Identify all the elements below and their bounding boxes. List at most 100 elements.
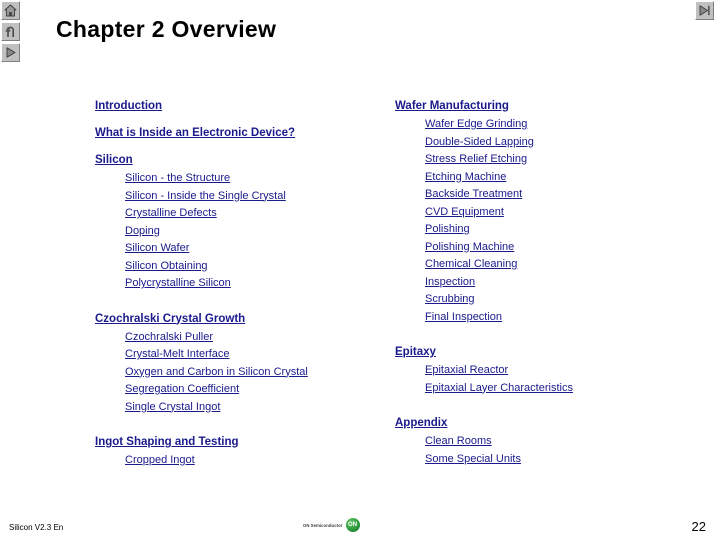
logo-mark-icon: ON [345, 518, 360, 532]
toc-item-silicon-the-structure[interactable]: Silicon - the Structure [95, 170, 230, 188]
return-button[interactable] [1, 22, 20, 41]
toc-item-indent [395, 362, 425, 380]
toc-heading-czochralski-crystal-growth[interactable]: Czochralski Crystal Growth [95, 313, 245, 326]
toc-item-indent [395, 239, 425, 257]
toc-section-spacer [95, 146, 375, 154]
skip-to-end-button[interactable] [695, 1, 714, 20]
play-button[interactable] [1, 43, 20, 62]
toc-item-crystalline-defects[interactable]: Crystalline Defects [95, 205, 217, 223]
toc-item-silicon-inside-the-single-crystal[interactable]: Silicon - Inside the Single Crystal [95, 188, 286, 206]
toc-item-label: CVD Equipment [425, 205, 504, 218]
toc-item-polishing-machine[interactable]: Polishing Machine [395, 239, 514, 257]
toc-item-indent [395, 291, 425, 309]
toc-item-chemical-cleaning[interactable]: Chemical Cleaning [395, 256, 517, 274]
toc-item-indent [395, 134, 425, 152]
toc-heading-silicon[interactable]: Silicon [95, 154, 133, 167]
toc-section-spacer [395, 326, 695, 346]
toc-item-label: Silicon Obtaining [125, 259, 208, 272]
toc-item-label: Double-Sided Lapping [425, 135, 534, 148]
toc-item-indent [395, 186, 425, 204]
toc-item-indent [95, 170, 125, 188]
company-logo: ON Semiconductor ON [303, 518, 360, 532]
toc-item-label: Doping [125, 224, 160, 237]
logo-wordmark: ON Semiconductor [303, 522, 343, 528]
home-button[interactable] [1, 1, 20, 20]
toc-item-indent [395, 380, 425, 398]
toc-item-cropped-ingot[interactable]: Cropped Ingot [95, 452, 195, 470]
toc-right-column: Wafer Manufacturing Wafer Edge Grinding … [395, 100, 695, 468]
toc-heading-introduction[interactable]: Introduction [95, 100, 162, 113]
toc-item-some-special-units[interactable]: Some Special Units [395, 451, 521, 469]
toc-item-polycrystalline-silicon[interactable]: Polycrystalline Silicon [95, 275, 231, 293]
toc-item-indent [95, 240, 125, 258]
toc-section: Appendix Clean Rooms Some Special Units [395, 417, 695, 468]
toc-item-cvd-equipment[interactable]: CVD Equipment [395, 204, 504, 222]
page-title: Chapter 2 Overview [56, 16, 277, 42]
toc-section: Introduction [95, 100, 375, 113]
u-turn-arrow-icon [4, 25, 17, 38]
toc-item-label: Epitaxial Reactor [425, 364, 509, 376]
toc-item-indent [95, 258, 125, 276]
toc-item-label: Segregation Coefficient [125, 383, 240, 395]
toc-item-stress-relief-etching[interactable]: Stress Relief Etching [395, 151, 527, 169]
toc-item-oxygen-and-carbon-in-silicon-crystal[interactable]: Oxygen and Carbon in Silicon Crystal [95, 364, 308, 382]
toc-item-epitaxial-layer-characteristics[interactable]: Epitaxial Layer Characteristics [395, 380, 573, 398]
toc-item-clean-rooms[interactable]: Clean Rooms [395, 433, 492, 451]
toc-section: Silicon Silicon - the Structure Silicon … [95, 154, 375, 293]
toc-item-label: Some Special Units [425, 452, 521, 465]
toc-heading-appendix[interactable]: Appendix [395, 417, 447, 430]
toc-item-indent [395, 451, 425, 469]
toc-item-indent [395, 169, 425, 187]
toc-item-indent [95, 275, 125, 293]
toc-item-single-crystal-ingot[interactable]: Single Crystal Ingot [95, 399, 220, 417]
toc-item-silicon-wafer[interactable]: Silicon Wafer [95, 240, 189, 258]
toc-item-label: Inspection [425, 275, 476, 288]
toc-section-spacer [395, 397, 695, 417]
toc-section-spacer [95, 416, 375, 436]
toc-item-label: Polycrystalline Silicon [125, 277, 231, 289]
toc-heading-wafer-manufacturing[interactable]: Wafer Manufacturing [395, 100, 509, 113]
toc-item-etching-machine[interactable]: Etching Machine [395, 169, 506, 187]
toc-section: Czochralski Crystal Growth Czochralski P… [95, 313, 375, 417]
toc-item-label: Cropped Ingot [125, 454, 195, 466]
toc-item-label: Silicon - Inside the Single Crystal [125, 189, 286, 202]
toc-item-czochralski-puller[interactable]: Czochralski Puller [95, 329, 213, 347]
toc-item-label: Crystalline Defects [125, 207, 217, 219]
toc-item-crystal-melt-interface[interactable]: Crystal-Melt Interface [95, 346, 230, 364]
toc-item-final-inspection[interactable]: Final Inspection [395, 309, 502, 327]
toc-item-indent [395, 116, 425, 134]
toc-item-indent [395, 309, 425, 327]
toc-item-polishing[interactable]: Polishing [395, 221, 470, 239]
toc-section: Wafer Manufacturing Wafer Edge Grinding … [395, 100, 695, 326]
toc-item-indent [395, 433, 425, 451]
toc-item-label: Single Crystal Ingot [125, 400, 221, 413]
toc-item-label: Scrubbing [425, 293, 475, 305]
toc-item-epitaxial-reactor[interactable]: Epitaxial Reactor [395, 362, 508, 380]
toc-section: What is Inside an Electronic Device? [95, 127, 375, 140]
toc-item-segregation-coefficient[interactable]: Segregation Coefficient [95, 381, 239, 399]
toc-item-doping[interactable]: Doping [95, 223, 160, 241]
toc-item-indent [95, 188, 125, 206]
toc-item-indent [95, 399, 125, 417]
toc-item-label: Wafer Edge Grinding [425, 118, 528, 130]
toc-item-backside-treatment[interactable]: Backside Treatment [395, 186, 522, 204]
toc-item-label: Final Inspection [425, 310, 503, 323]
toc-item-indent [95, 381, 125, 399]
toc-heading-what-is-inside-an-electronic-device[interactable]: What is Inside an Electronic Device? [95, 127, 295, 140]
toc-item-inspection[interactable]: Inspection [395, 274, 475, 292]
toc-item-label: Czochralski Puller [125, 330, 214, 343]
toc-heading-epitaxy[interactable]: Epitaxy [395, 346, 436, 359]
toc-item-indent [95, 364, 125, 382]
toc-heading-ingot-shaping-and-testing[interactable]: Ingot Shaping and Testing [95, 436, 239, 449]
toc-item-silicon-obtaining[interactable]: Silicon Obtaining [95, 258, 208, 276]
toc-section: Ingot Shaping and Testing Cropped Ingot [95, 436, 375, 470]
toc-item-scrubbing[interactable]: Scrubbing [395, 291, 475, 309]
toc-item-indent [95, 452, 125, 470]
toc-item-double-sided-lapping[interactable]: Double-Sided Lapping [395, 134, 534, 152]
toc-item-wafer-edge-grinding[interactable]: Wafer Edge Grinding [395, 116, 527, 134]
footer-version-label: Silicon V2.3 En [9, 523, 64, 532]
toc-item-label: Polishing Machine [425, 240, 515, 253]
toc-item-label: Epitaxial Layer Characteristics [425, 381, 573, 394]
toc-section: Epitaxy Epitaxial Reactor Epitaxial Laye… [395, 346, 695, 397]
toc-item-label: Polishing [425, 223, 470, 235]
